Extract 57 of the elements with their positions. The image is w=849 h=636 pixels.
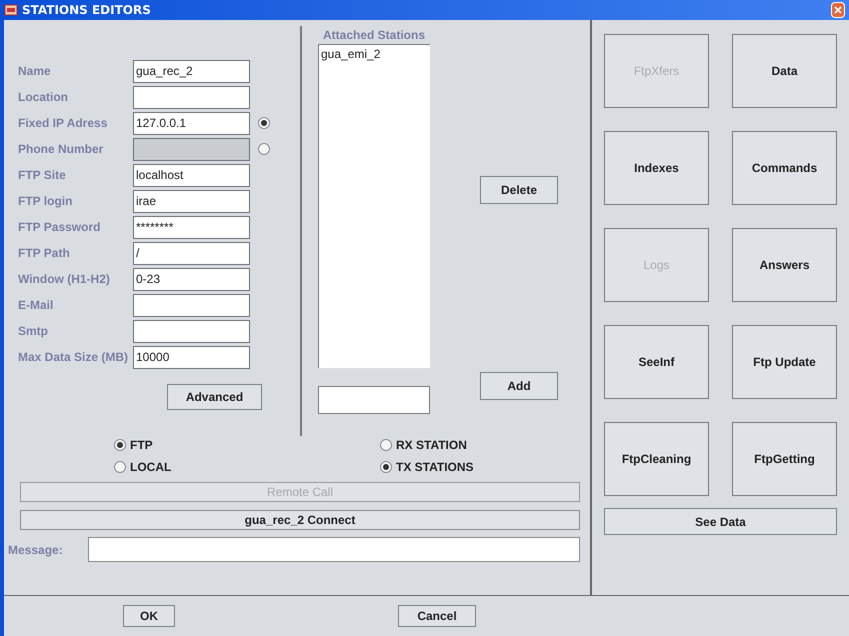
connect-button[interactable]: gua_rec_2 Connect <box>20 510 580 530</box>
action-button[interactable]: Ftp Update <box>732 325 837 399</box>
message-label: Message: <box>8 542 64 558</box>
action-button[interactable]: FtpCleaning <box>604 422 709 496</box>
radio-button[interactable] <box>380 439 392 451</box>
field-label: Location <box>17 89 69 106</box>
field-label: Max Data Size (MB) <box>17 349 130 366</box>
app-icon <box>4 3 18 17</box>
radio-button[interactable] <box>114 439 126 451</box>
radio-label: TX STATIONS <box>396 459 474 476</box>
add-button[interactable]: Add <box>480 372 558 400</box>
field-label: Phone Number <box>17 141 104 158</box>
field-label: FTP login <box>17 193 74 210</box>
action-button[interactable]: Commands <box>732 131 837 205</box>
input-field[interactable] <box>133 86 250 108</box>
close-button[interactable] <box>831 2 845 18</box>
close-icon <box>834 6 842 14</box>
field-label: FTP Path <box>17 245 71 262</box>
input-field[interactable]: irae <box>133 190 250 212</box>
radio-label: FTP <box>130 437 153 454</box>
message-field[interactable] <box>88 537 580 562</box>
field-label: Fixed IP Adress <box>17 115 108 132</box>
action-button[interactable]: FtpGetting <box>732 422 837 496</box>
radio-button[interactable] <box>114 461 126 473</box>
input-field[interactable]: 10000 <box>133 346 250 368</box>
station-list[interactable]: gua_emi_2 <box>318 44 430 368</box>
advanced-button[interactable]: Advanced <box>167 384 262 410</box>
window-title: STATIONS EDITORS <box>22 2 151 19</box>
radio-label: LOCAL <box>130 459 172 476</box>
see-data-button[interactable]: See Data <box>604 508 837 535</box>
station-input[interactable] <box>318 386 430 414</box>
input-field[interactable]: localhost <box>133 164 250 186</box>
action-button[interactable]: Answers <box>732 228 837 302</box>
input-field[interactable]: 0-23 <box>133 268 250 290</box>
list-item[interactable]: gua_emi_2 <box>321 45 428 63</box>
input-field[interactable] <box>133 320 250 342</box>
input-field[interactable]: gua_rec_2 <box>133 60 250 82</box>
field-label: FTP Site <box>17 167 67 184</box>
field-label: FTP Password <box>17 219 102 236</box>
field-label: Smtp <box>17 323 49 340</box>
input-field[interactable]: ******** <box>133 216 250 238</box>
radio-button[interactable] <box>258 117 270 129</box>
action-button[interactable]: Data <box>732 34 837 108</box>
delete-button[interactable]: Delete <box>480 176 558 204</box>
dialog-button[interactable]: Cancel <box>398 605 476 627</box>
action-button[interactable]: Indexes <box>604 131 709 205</box>
action-button[interactable]: SeeInf <box>604 325 709 399</box>
radio-label: RX STATION <box>396 437 467 454</box>
input-field[interactable]: 127.0.0.1 <box>133 112 250 134</box>
field-label: Window (H1-H2) <box>17 271 111 288</box>
field-label: Name <box>17 63 52 80</box>
dialog-button[interactable]: OK <box>123 605 175 627</box>
input-field[interactable]: / <box>133 242 250 264</box>
list-title: Attached Stations <box>322 27 426 44</box>
radio-button[interactable] <box>380 461 392 473</box>
field-label: E-Mail <box>17 297 54 314</box>
input-field[interactable] <box>133 294 250 316</box>
